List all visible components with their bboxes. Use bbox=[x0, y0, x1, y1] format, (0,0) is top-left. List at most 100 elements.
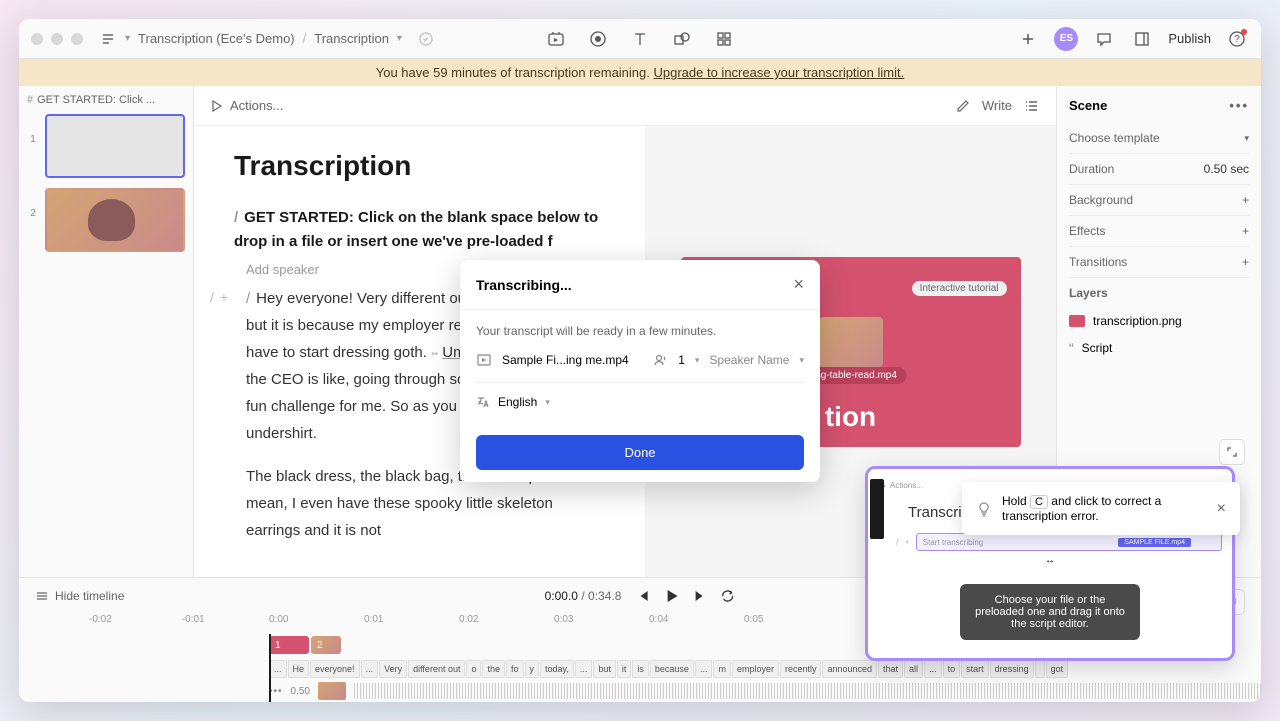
breadcrumb-project[interactable]: Transcription (Ece's Demo) bbox=[138, 31, 295, 46]
plus-icon: + bbox=[1242, 193, 1249, 207]
word-segment[interactable]: everyone! bbox=[310, 660, 360, 678]
quote-icon: “ bbox=[1069, 340, 1074, 356]
plus-icon: + bbox=[1242, 224, 1249, 238]
tutorial-input: Start transcribing SAMPLE FILE.mp4 bbox=[916, 533, 1222, 551]
modal-file-name: Sample Fi...ing me.mp4 bbox=[502, 353, 644, 367]
word-segment[interactable]: because bbox=[650, 660, 694, 678]
avatar[interactable]: ES bbox=[1054, 27, 1078, 51]
modal-message: Your transcript will be ready in a few m… bbox=[476, 324, 804, 338]
word-segment[interactable]: ... bbox=[269, 660, 287, 678]
language-dropdown[interactable]: English bbox=[498, 395, 537, 409]
skip-forward-button[interactable] bbox=[691, 588, 707, 604]
chevron-down-icon[interactable]: ▾ bbox=[125, 33, 130, 44]
shapes-icon[interactable] bbox=[670, 27, 694, 51]
time-current: 0:00.0 bbox=[545, 589, 578, 603]
titlebar: ▾ Transcription (Ece's Demo) / Transcrip… bbox=[19, 19, 1261, 59]
layer-item[interactable]: transcription.png bbox=[1069, 308, 1249, 334]
record-icon[interactable] bbox=[586, 27, 610, 51]
lightbulb-icon bbox=[976, 501, 992, 517]
scene-strip-header: #GET STARTED: Click ... bbox=[27, 94, 185, 106]
word-segment[interactable]: employer bbox=[732, 660, 779, 678]
chevron-down-icon: ▾ bbox=[1244, 133, 1249, 144]
upgrade-link[interactable]: Upgrade to increase your transcription l… bbox=[654, 65, 905, 80]
effects-row[interactable]: Effects+ bbox=[1069, 216, 1249, 247]
word-segment[interactable] bbox=[1035, 660, 1045, 678]
loop-button[interactable] bbox=[719, 588, 735, 604]
word-segment[interactable]: announced bbox=[822, 660, 877, 678]
text-icon[interactable] bbox=[628, 27, 652, 51]
word-segment[interactable]: ... bbox=[575, 660, 593, 678]
actions-icon bbox=[210, 99, 224, 113]
preview-overlay-text: tion bbox=[825, 401, 876, 433]
scene-strip: #GET STARTED: Click ... 1 2 bbox=[19, 86, 194, 577]
done-button[interactable]: Done bbox=[476, 435, 804, 470]
breadcrumb: ▾ Transcription (Ece's Demo) / Transcrip… bbox=[99, 30, 434, 48]
chevron-down-icon[interactable]: ▾ bbox=[695, 355, 700, 366]
word-segment[interactable]: it bbox=[617, 660, 632, 678]
actions-button[interactable]: Actions... bbox=[230, 98, 283, 113]
menu-icon[interactable] bbox=[99, 30, 117, 48]
comment-icon[interactable] bbox=[1092, 27, 1116, 51]
word-segment[interactable]: dressing bbox=[990, 660, 1034, 678]
help-icon[interactable]: ? bbox=[1225, 27, 1249, 51]
word-segment[interactable]: m bbox=[713, 660, 731, 678]
pencil-icon bbox=[956, 99, 970, 113]
preview-thumbnail bbox=[819, 317, 883, 367]
scene-thumb-1[interactable]: 1 bbox=[27, 114, 185, 178]
word-segment[interactable]: but bbox=[593, 660, 616, 678]
chevron-down-icon[interactable]: ▾ bbox=[799, 355, 804, 366]
word-segment[interactable]: different out bbox=[408, 660, 465, 678]
word-segment[interactable]: recently bbox=[780, 660, 822, 678]
word-segment[interactable]: to bbox=[943, 660, 961, 678]
tip-text: Hold C and click to correct a transcript… bbox=[1002, 494, 1207, 523]
word-segment[interactable]: is bbox=[632, 660, 649, 678]
word-segment[interactable]: today, bbox=[540, 660, 574, 678]
chevron-down-icon[interactable]: ▾ bbox=[545, 397, 550, 408]
media-icon[interactable] bbox=[544, 27, 568, 51]
word-segment[interactable]: y bbox=[525, 660, 540, 678]
background-row[interactable]: Background+ bbox=[1069, 185, 1249, 216]
tutorial-badge[interactable]: Interactive tutorial bbox=[912, 281, 1007, 296]
add-icon[interactable] bbox=[1016, 27, 1040, 51]
chevron-down-icon[interactable]: ▾ bbox=[397, 33, 402, 44]
word-segment[interactable]: He bbox=[288, 660, 310, 678]
close-icon[interactable]: × bbox=[1217, 500, 1226, 518]
language-icon bbox=[476, 395, 490, 409]
breadcrumb-page[interactable]: Transcription bbox=[314, 31, 389, 46]
word-segment[interactable]: fo bbox=[506, 660, 524, 678]
playhead[interactable] bbox=[269, 634, 271, 702]
hide-timeline-button[interactable]: Hide timeline bbox=[35, 589, 124, 603]
script-layer[interactable]: “ Script bbox=[1069, 334, 1249, 362]
word-segment[interactable]: that bbox=[878, 660, 903, 678]
publish-button[interactable]: Publish bbox=[1168, 31, 1211, 46]
wave-track[interactable]: ••• 0.50 bbox=[269, 680, 1261, 702]
word-segment[interactable]: ... bbox=[695, 660, 713, 678]
close-icon[interactable]: × bbox=[793, 274, 804, 295]
word-segment[interactable]: all bbox=[904, 660, 923, 678]
word-segment[interactable]: the bbox=[482, 660, 505, 678]
play-button[interactable] bbox=[663, 588, 679, 604]
editor-toolbar: Actions... Write bbox=[194, 86, 1056, 126]
list-icon[interactable] bbox=[1024, 98, 1040, 114]
transitions-row[interactable]: Transitions+ bbox=[1069, 247, 1249, 278]
write-button[interactable]: Write bbox=[982, 98, 1012, 113]
word-track[interactable]: ...Heeveryone!...Verydifferent outothefo… bbox=[269, 658, 1261, 680]
word-segment[interactable]: Very bbox=[379, 660, 407, 678]
word-segment[interactable]: ... bbox=[924, 660, 942, 678]
window-controls[interactable] bbox=[31, 33, 83, 45]
scene-thumb-2[interactable]: 2 bbox=[27, 188, 185, 252]
panel-icon[interactable] bbox=[1130, 27, 1154, 51]
word-segment[interactable]: ... bbox=[361, 660, 379, 678]
word-segment[interactable]: start bbox=[961, 660, 989, 678]
video-file-icon bbox=[476, 352, 492, 368]
fit-zoom-button[interactable] bbox=[1219, 439, 1245, 465]
word-segment[interactable]: o bbox=[466, 660, 481, 678]
more-icon[interactable]: ••• bbox=[1229, 98, 1249, 113]
speaker-name-dropdown[interactable]: Speaker Name bbox=[709, 353, 789, 367]
speaker-count[interactable]: 1 bbox=[678, 353, 685, 367]
skip-back-button[interactable] bbox=[635, 588, 651, 604]
word-segment[interactable]: got bbox=[1046, 660, 1069, 678]
template-row[interactable]: Choose template▾ bbox=[1069, 123, 1249, 154]
tutorial-tooltip: Choose your file or the preloaded one an… bbox=[960, 584, 1140, 640]
grid-icon[interactable] bbox=[712, 27, 736, 51]
